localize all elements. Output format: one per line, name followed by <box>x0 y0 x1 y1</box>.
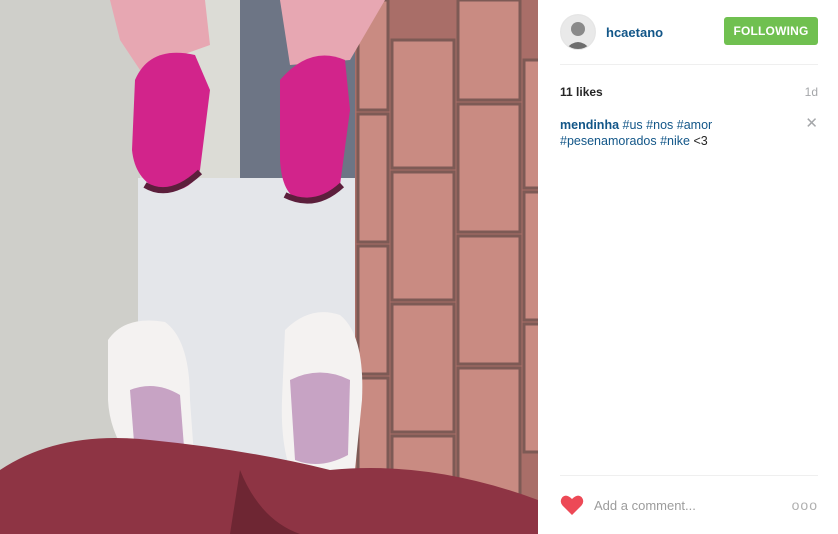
post-meta: 11 likes 1d <box>560 85 818 99</box>
post-time-ago[interactable]: 1d <box>805 85 818 99</box>
instagram-post: hcaetano FOLLOWING 11 likes 1d mendinha … <box>0 0 838 534</box>
photo-shoes-illustration <box>0 0 538 534</box>
comment-bar: Add a comment... ooo <box>560 475 818 534</box>
more-options-icon[interactable]: ooo <box>792 497 818 513</box>
post-details-panel: hcaetano FOLLOWING 11 likes 1d mendinha … <box>538 0 838 534</box>
avatar[interactable] <box>560 14 596 50</box>
likes-count[interactable]: 11 likes <box>560 85 603 99</box>
caption-author-link[interactable]: mendinha <box>560 118 619 132</box>
username-link[interactable]: hcaetano <box>606 25 663 40</box>
heart-icon[interactable] <box>560 494 584 516</box>
post-photo[interactable] <box>0 0 538 534</box>
hashtag-link[interactable]: #us <box>623 118 643 132</box>
comment-input[interactable]: Add a comment... <box>594 498 792 513</box>
hashtag-link[interactable]: #nos <box>646 118 673 132</box>
close-icon[interactable]: ✕ <box>805 116 818 131</box>
following-button[interactable]: FOLLOWING <box>724 17 818 45</box>
post-header: hcaetano FOLLOWING <box>560 0 818 65</box>
profile-picture-icon <box>561 15 595 49</box>
hashtag-link[interactable]: #amor <box>677 118 712 132</box>
post-caption: mendinha #us #nos #amor #pesenamorados #… <box>560 116 818 149</box>
caption-text: <3 <box>693 134 708 148</box>
hashtag-link[interactable]: #nike <box>660 134 690 148</box>
hashtag-link[interactable]: #pesenamorados <box>560 134 657 148</box>
